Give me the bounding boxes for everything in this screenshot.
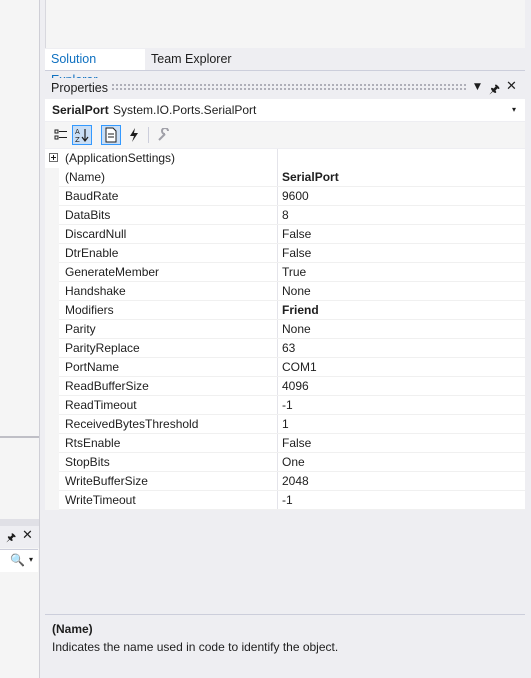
chevron-down-icon[interactable]: ▾ xyxy=(512,105,516,114)
property-pages-button[interactable] xyxy=(154,125,174,145)
property-value[interactable]: 1 xyxy=(282,415,289,434)
property-name: StopBits xyxy=(65,455,110,469)
property-name: Parity xyxy=(65,322,96,336)
property-value[interactable]: 9600 xyxy=(282,187,309,206)
tab-solution-explorer[interactable]: Solution Explorer xyxy=(45,49,145,87)
dropdown-arrow-icon[interactable]: ▼ xyxy=(474,82,481,92)
left-panel-header: 🖈 ✕ xyxy=(0,526,39,548)
property-value[interactable]: False xyxy=(282,244,311,263)
toolbar-separator xyxy=(148,127,149,143)
property-value[interactable]: None xyxy=(282,282,311,301)
object-name: SerialPort xyxy=(52,103,109,117)
alphabetical-icon: A Z xyxy=(75,128,89,143)
left-panel-separator[interactable] xyxy=(0,436,39,438)
property-name: Handshake xyxy=(65,284,126,298)
property-value[interactable]: -1 xyxy=(282,491,293,510)
property-grid-gutter xyxy=(45,168,59,510)
property-value[interactable]: Friend xyxy=(282,301,319,320)
property-value[interactable]: SerialPort xyxy=(282,168,339,187)
property-value[interactable]: 8 xyxy=(282,206,289,225)
svg-text:A: A xyxy=(75,128,80,136)
properties-page-button[interactable] xyxy=(101,125,121,145)
property-name: PortName xyxy=(65,360,120,374)
category-application-settings[interactable]: (ApplicationSettings) xyxy=(65,149,175,168)
property-name: ReceivedBytesThreshold xyxy=(65,417,199,431)
tab-team-explorer[interactable]: Team Explorer xyxy=(145,49,243,70)
search-icon[interactable]: 🔍 xyxy=(10,553,25,567)
events-icon xyxy=(130,128,138,142)
property-value[interactable]: None xyxy=(282,320,311,339)
property-value[interactable]: False xyxy=(282,225,311,244)
property-name: BaudRate xyxy=(65,189,119,203)
categorized-icon xyxy=(54,129,67,140)
property-value[interactable]: COM1 xyxy=(282,358,317,377)
property-name: WriteTimeout xyxy=(65,493,136,507)
property-value[interactable]: 63 xyxy=(282,339,295,358)
property-name: Modifiers xyxy=(65,303,114,317)
search-dropdown-icon[interactable]: ▾ xyxy=(29,555,33,564)
left-panel-divider xyxy=(39,0,40,678)
pin-icon[interactable]: 🖈 xyxy=(6,529,16,548)
alphabetical-button[interactable]: A Z xyxy=(72,125,92,145)
property-name: (Name) xyxy=(65,170,106,184)
property-value[interactable]: False xyxy=(282,434,311,453)
right-edge xyxy=(525,0,531,678)
property-name: DataBits xyxy=(65,208,111,222)
property-name: RtsEnable xyxy=(65,436,121,450)
expand-icon[interactable] xyxy=(49,153,58,162)
property-name: DtrEnable xyxy=(65,246,119,260)
solution-explorer-content xyxy=(45,0,531,48)
property-name: WriteBufferSize xyxy=(65,474,148,488)
properties-header-grip[interactable] xyxy=(111,83,468,91)
property-row[interactable] xyxy=(59,206,525,225)
property-name: ReadBufferSize xyxy=(65,379,149,393)
property-value[interactable]: -1 xyxy=(282,396,293,415)
property-pages-icon xyxy=(158,128,169,141)
object-type: System.IO.Ports.SerialPort xyxy=(113,103,257,117)
property-value[interactable]: 4096 xyxy=(282,377,309,396)
property-value[interactable]: 2048 xyxy=(282,472,309,491)
properties-title: Properties xyxy=(51,81,108,95)
events-button[interactable] xyxy=(124,125,144,145)
property-name: DiscardNull xyxy=(65,227,127,241)
property-value[interactable]: True xyxy=(282,263,306,282)
tab-divider xyxy=(45,70,525,71)
description-text: Indicates the name used in code to ident… xyxy=(52,640,339,654)
categorized-button[interactable] xyxy=(51,125,71,145)
property-value[interactable]: One xyxy=(282,453,305,472)
pin-icon[interactable]: 🖈 xyxy=(489,80,500,101)
close-icon[interactable]: ✕ xyxy=(506,79,517,94)
property-name: GenerateMember xyxy=(65,265,160,279)
description-title: (Name) xyxy=(52,622,93,636)
left-search-box[interactable]: 🔍 ▾ xyxy=(0,549,38,573)
left-panel-content xyxy=(0,572,39,678)
property-grid-empty-area xyxy=(45,511,525,614)
close-icon[interactable]: ✕ xyxy=(22,528,33,543)
left-panel-band xyxy=(0,519,39,526)
properties-page-icon xyxy=(105,127,117,143)
svg-text:Z: Z xyxy=(75,136,80,143)
property-name: ParityReplace xyxy=(65,341,140,355)
property-name: ReadTimeout xyxy=(65,398,137,412)
